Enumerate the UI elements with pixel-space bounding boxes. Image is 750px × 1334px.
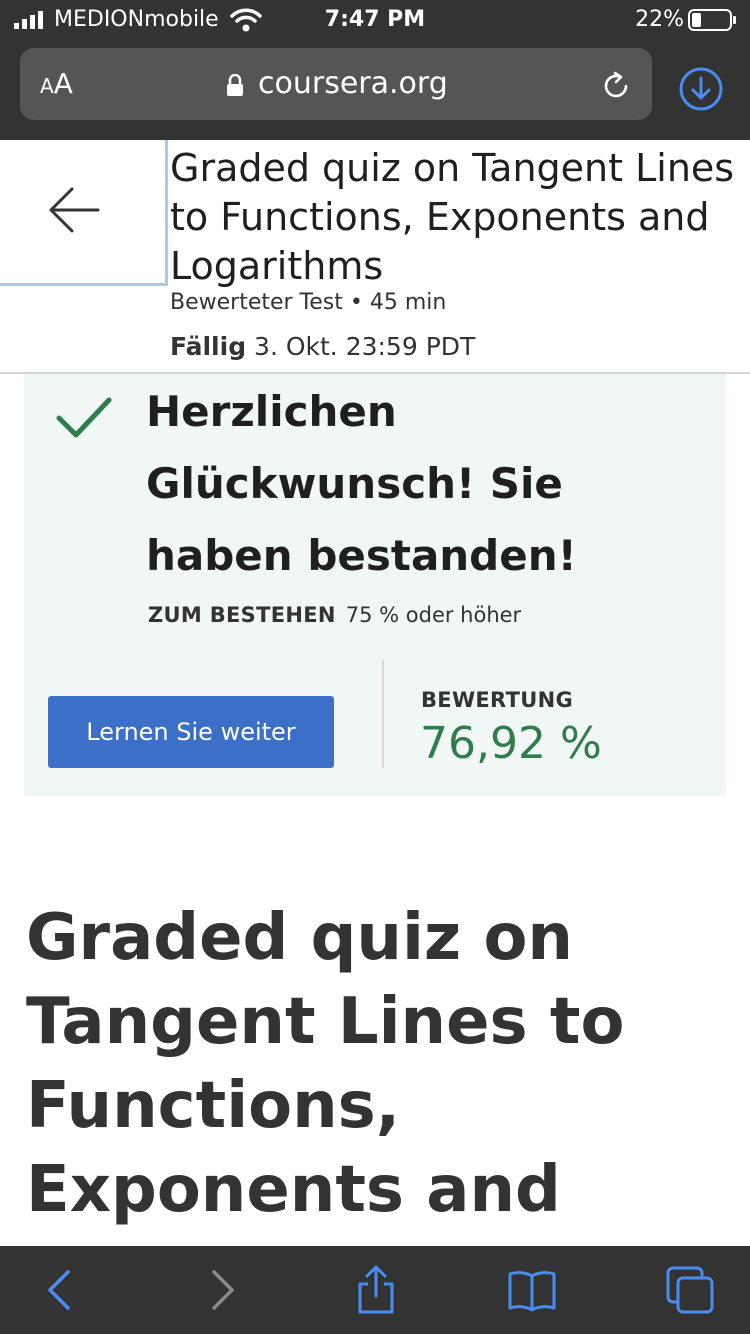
- browser-chrome: AA coursera.org: [0, 40, 750, 140]
- grade-label: BEWERTUNG: [421, 688, 573, 712]
- divider: [382, 660, 384, 768]
- result-card: Herzlichen Glückwunsch! Sie haben bestan…: [24, 374, 726, 796]
- due-date: Fällig 3. Okt. 23:59 PDT: [170, 330, 475, 364]
- checkmark-icon: [56, 397, 112, 438]
- share-icon[interactable]: [350, 1264, 402, 1316]
- download-icon[interactable]: [678, 66, 724, 112]
- pass-value: 75 % oder höher: [345, 603, 522, 627]
- quiz-title: Graded quiz on Tangent Lines to Function…: [170, 146, 735, 288]
- tabs-icon[interactable]: [664, 1264, 716, 1316]
- due-label: Fällig: [170, 332, 247, 361]
- status-bar: MEDIONmobile 7:47 PM 22%: [0, 0, 750, 40]
- pass-label: ZUM BESTEHEN: [148, 603, 336, 627]
- result-headline: Herzlichen Glückwunsch! Sie haben bestan…: [146, 387, 577, 580]
- text-size-button[interactable]: AA: [40, 68, 73, 102]
- passing-requirement: ZUM BESTEHEN 75 % oder höher: [148, 600, 521, 630]
- battery-icon: [688, 9, 736, 31]
- back-icon[interactable]: [36, 1264, 88, 1316]
- browser-toolbar: [0, 1246, 750, 1334]
- battery-percentage: 22%: [635, 7, 684, 32]
- quiz-header: Graded quiz on Tangent Lines to Function…: [0, 140, 750, 374]
- page-title: Graded quiz on Tangent Lines to Function…: [26, 901, 625, 1227]
- quiz-meta: Bewerteter Test • 45 min: [170, 290, 447, 315]
- lock-icon: [227, 74, 243, 96]
- arrow-left-icon: [49, 187, 100, 233]
- due-value: 3. Okt. 23:59 PDT: [254, 332, 476, 361]
- bookmarks-icon[interactable]: [506, 1264, 558, 1316]
- address-bar[interactable]: AA coursera.org: [20, 48, 652, 120]
- continue-learning-button[interactable]: Lernen Sie weiter: [48, 696, 334, 768]
- forward-icon[interactable]: [194, 1264, 246, 1316]
- reload-icon[interactable]: [600, 70, 632, 102]
- back-button[interactable]: [0, 140, 168, 286]
- url-text[interactable]: coursera.org: [258, 66, 448, 102]
- grade-value: 76,92 %: [420, 718, 602, 769]
